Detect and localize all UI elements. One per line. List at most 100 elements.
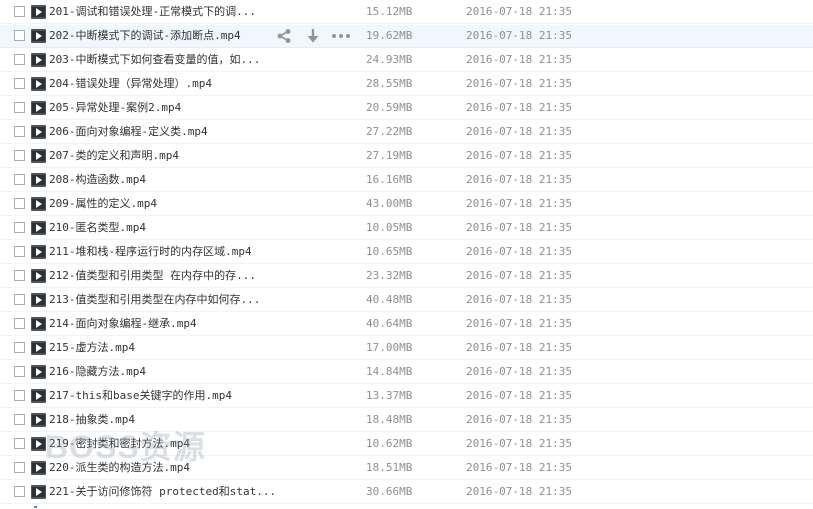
file-size: 40.64MB [366, 317, 413, 330]
row-checkbox[interactable] [14, 222, 25, 233]
file-name[interactable]: 219-密封类和密封方法.mp4 [49, 433, 190, 455]
row-checkbox[interactable] [14, 366, 25, 377]
row-checkbox[interactable] [14, 150, 25, 161]
file-date: 2016-07-18 21:35 [466, 293, 572, 306]
file-size: 23.32MB [366, 269, 413, 282]
file-name[interactable]: 217-this和base关键字的作用.mp4 [49, 385, 232, 407]
video-file-icon [31, 269, 46, 283]
file-name[interactable]: 213-值类型和引用类型在内存中如何存... [49, 289, 260, 311]
download-icon[interactable] [306, 28, 320, 44]
file-name[interactable]: 210-匿名类型.mp4 [49, 217, 146, 239]
file-name[interactable]: 201-调试和错误处理-正常模式下的调... [49, 1, 256, 23]
row-checkbox[interactable] [14, 414, 25, 425]
file-name[interactable]: 208-构造函数.mp4 [49, 169, 146, 191]
file-name[interactable]: 203-中断模式下如何查看变量的值，如... [49, 49, 260, 71]
file-row[interactable]: 207-类的定义和声明.mp4 27.19MB 2016-07-18 21:35 [0, 145, 813, 168]
video-file-icon [31, 29, 46, 43]
file-name[interactable]: 209-属性的定义.mp4 [49, 193, 157, 215]
file-size: 40.48MB [366, 293, 413, 306]
row-checkbox[interactable] [14, 318, 25, 329]
file-date: 2016-07-18 21:35 [466, 29, 572, 42]
file-name[interactable]: 214-面向对象编程-继承.mp4 [49, 313, 197, 335]
row-checkbox[interactable] [14, 6, 25, 17]
video-file-icon [31, 149, 46, 163]
file-size: 19.62MB [366, 29, 413, 42]
file-name[interactable]: 205-异常处理-案例2.mp4 [49, 97, 181, 119]
file-row[interactable]: 220-派生类的构造方法.mp4 18.51MB 2016-07-18 21:3… [0, 457, 813, 480]
row-checkbox[interactable] [14, 486, 25, 497]
row-checkbox[interactable] [14, 462, 25, 473]
video-file-icon [31, 53, 46, 67]
row-checkbox[interactable] [14, 438, 25, 449]
file-row[interactable]: 216-隐藏方法.mp4 14.84MB 2016-07-18 21:35 [0, 361, 813, 384]
more-icon[interactable] [331, 28, 351, 44]
video-file-icon [31, 437, 46, 451]
row-checkbox[interactable] [14, 126, 25, 137]
row-checkbox[interactable] [14, 54, 25, 65]
file-name[interactable]: 211-堆和栈-程序运行时的内存区域.mp4 [49, 241, 252, 263]
file-row[interactable]: 204-错误处理（异常处理）.mp4 28.55MB 2016-07-18 21… [0, 73, 813, 96]
file-size: 16.16MB [366, 173, 413, 186]
file-size: 24.93MB [366, 53, 413, 66]
file-row[interactable]: 213-值类型和引用类型在内存中如何存... 40.48MB 2016-07-1… [0, 289, 813, 312]
file-size: 28.55MB [366, 77, 413, 90]
file-row[interactable]: 201-调试和错误处理-正常模式下的调... 15.12MB 2016-07-1… [0, 1, 813, 24]
file-row[interactable]: 218-抽象类.mp4 18.48MB 2016-07-18 21:35 [0, 409, 813, 432]
row-checkbox[interactable] [14, 246, 25, 257]
file-row[interactable]: 212-值类型和引用类型 在内存中的存... 23.32MB 2016-07-1… [0, 265, 813, 288]
row-checkbox[interactable] [14, 270, 25, 281]
file-date: 2016-07-18 21:35 [466, 485, 572, 498]
file-size: 13.37MB [366, 389, 413, 402]
file-name[interactable]: 220-派生类的构造方法.mp4 [49, 457, 190, 479]
file-row[interactable]: 221-关于访问修饰符 protected和stat... 30.66MB 20… [0, 481, 813, 504]
file-name[interactable]: 207-类的定义和声明.mp4 [49, 145, 179, 167]
file-row[interactable]: 206-面向对象编程-定义类.mp4 27.22MB 2016-07-18 21… [0, 121, 813, 144]
file-date: 2016-07-18 21:35 [466, 269, 572, 282]
file-size: 15.12MB [366, 5, 413, 18]
file-date: 2016-07-18 21:35 [466, 173, 572, 186]
file-name[interactable]: 216-隐藏方法.mp4 [49, 361, 146, 383]
row-checkbox[interactable] [14, 198, 25, 209]
file-row[interactable]: 214-面向对象编程-继承.mp4 40.64MB 2016-07-18 21:… [0, 313, 813, 336]
file-name[interactable]: 202-中断模式下的调试-添加断点.mp4 [49, 25, 241, 47]
file-name[interactable]: 218-抽象类.mp4 [49, 409, 135, 431]
file-row[interactable]: 202-中断模式下的调试-添加断点.mp4 19.62MB 2016-07-18… [0, 25, 813, 48]
file-name[interactable]: 204-错误处理（异常处理）.mp4 [49, 73, 212, 95]
row-checkbox[interactable] [14, 102, 25, 113]
row-checkbox[interactable] [14, 342, 25, 353]
video-file-icon [31, 125, 46, 139]
row-checkbox[interactable] [14, 78, 25, 89]
file-row[interactable]: 203-中断模式下如何查看变量的值，如... 24.93MB 2016-07-1… [0, 49, 813, 72]
file-size: 18.48MB [366, 413, 413, 426]
file-row[interactable]: 219-密封类和密封方法.mp4 10.62MB 2016-07-18 21:3… [0, 433, 813, 456]
row-checkbox[interactable] [14, 390, 25, 401]
file-date: 2016-07-18 21:35 [466, 149, 572, 162]
file-row[interactable]: 215-虚方法.mp4 17.00MB 2016-07-18 21:35 [0, 337, 813, 360]
file-row[interactable]: 208-构造函数.mp4 16.16MB 2016-07-18 21:35 [0, 169, 813, 192]
file-name[interactable]: 212-值类型和引用类型 在内存中的存... [49, 265, 256, 287]
file-name[interactable]: 221-关于访问修饰符 protected和stat... [49, 481, 276, 503]
row-checkbox[interactable] [14, 174, 25, 185]
file-name[interactable]: 206-面向对象编程-定义类.mp4 [49, 121, 208, 143]
file-size: 27.19MB [366, 149, 413, 162]
file-row[interactable]: 205-异常处理-案例2.mp4 20.59MB 2016-07-18 21:3… [0, 97, 813, 120]
row-checkbox[interactable] [14, 30, 25, 41]
video-file-icon [31, 485, 46, 499]
file-row[interactable]: 210-匿名类型.mp4 10.05MB 2016-07-18 21:35 [0, 217, 813, 240]
video-file-icon [31, 221, 46, 235]
file-date: 2016-07-18 21:35 [466, 389, 572, 402]
file-name[interactable]: 215-虚方法.mp4 [49, 337, 135, 359]
file-row[interactable]: 217-this和base关键字的作用.mp4 13.37MB 2016-07-… [0, 385, 813, 408]
video-file-icon [31, 461, 46, 475]
file-date: 2016-07-18 21:35 [466, 197, 572, 210]
file-date: 2016-07-18 21:35 [466, 53, 572, 66]
file-date: 2016-07-18 21:35 [466, 365, 572, 378]
file-row[interactable]: 211-堆和栈-程序运行时的内存区域.mp4 10.65MB 2016-07-1… [0, 241, 813, 264]
file-row[interactable]: 209-属性的定义.mp4 43.00MB 2016-07-18 21:35 [0, 193, 813, 216]
video-file-icon [31, 77, 46, 91]
row-checkbox[interactable] [14, 294, 25, 305]
share-icon[interactable] [276, 28, 292, 44]
file-date: 2016-07-18 21:35 [466, 125, 572, 138]
video-file-icon [31, 5, 46, 19]
file-date: 2016-07-18 21:35 [466, 413, 572, 426]
